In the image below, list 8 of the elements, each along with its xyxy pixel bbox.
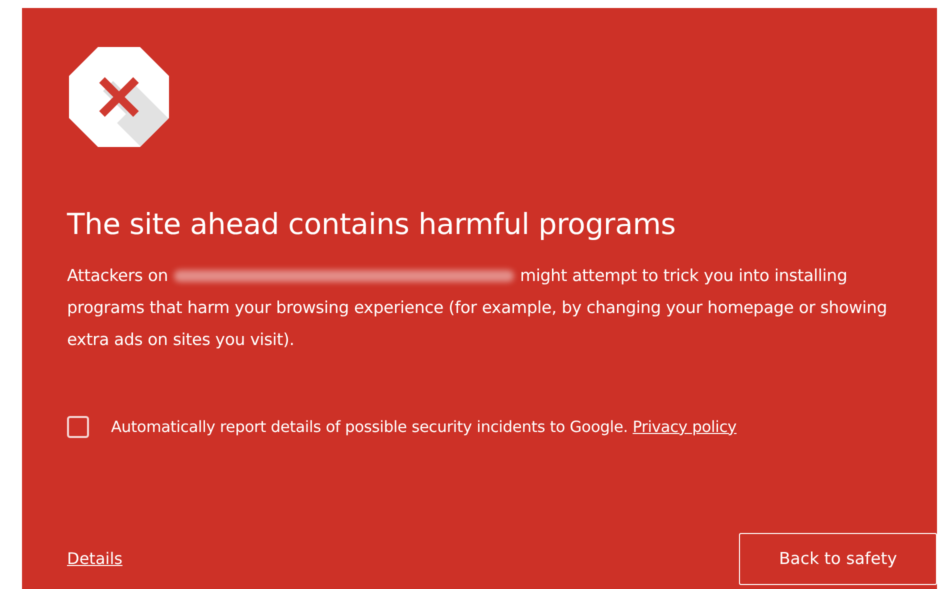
report-label: Automatically report details of possible security incidents to Google. Privacy policy bbox=[111, 416, 737, 438]
stop-sign-icon bbox=[67, 45, 171, 149]
details-link[interactable]: Details bbox=[67, 547, 122, 571]
report-checkbox[interactable] bbox=[67, 416, 89, 438]
privacy-policy-link[interactable]: Privacy policy bbox=[632, 418, 737, 436]
back-to-safety-button[interactable]: Back to safety bbox=[739, 533, 937, 585]
warning-heading: The site ahead contains harmful programs bbox=[67, 207, 677, 242]
warning-message: Attackers on might attempt to trick you into installing programs that harm your browsing experience (for example, by changing your homepage or showing extra ads on sites you visit). bbox=[67, 264, 888, 351]
